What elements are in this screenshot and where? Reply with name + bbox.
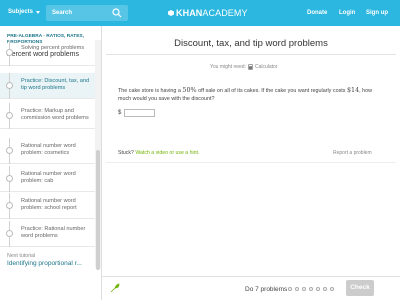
stuck-label: Stuck? [118,150,134,156]
problem-statement: The cake store is having a 50% off sale … [118,86,380,103]
subjects-label[interactable]: Subjects [8,9,33,15]
chevron-down-icon [36,11,41,14]
progress-circle-icon [6,112,13,119]
list-item[interactable]: Rational number word problem: cab [0,166,95,192]
progress-circle-icon [6,230,13,237]
khan-academy-logo[interactable]: KHANACADEMY [168,8,248,18]
list-item-label: Solving percent problems [21,45,85,51]
list-item[interactable]: Rational number word problem: school rep… [0,193,95,219]
needs-label: You might need: [210,64,246,70]
progress-circle-icon [6,147,13,154]
search-icon[interactable] [112,8,122,18]
list-item-label: Practice: Rational number word problems [21,226,86,239]
leaf-icon [168,10,174,16]
progress-circle-icon [6,202,13,209]
progress-dots [288,287,334,291]
logo-academy: ACADEMY [202,8,248,18]
list-item-label: Rational number word problem: school rep… [21,198,77,211]
search-box[interactable]: Search [46,5,128,21]
next-tutorial-link[interactable]: Identifying proportional r... [7,260,82,267]
calculator-icon[interactable] [248,64,253,70]
list-item[interactable]: Rational number word problem: cosmetics [0,138,95,164]
progress-circle-icon [6,175,13,182]
progress-dot [330,287,334,291]
stuck-prompt: Stuck? Watch a video or use a hint. [118,150,199,156]
top-navigation-bar: Subjects Search KHANACADEMY Donate Login… [0,0,400,26]
progress-dot [316,287,320,291]
login-link[interactable]: Login [339,10,355,16]
next-tutorial-label: Next tutorial [7,253,36,259]
progress-dot [295,287,299,291]
hint-link[interactable]: Watch a video or use a hint. [135,150,199,156]
list-item[interactable]: Solving percent problems [0,40,95,66]
problem-percent: 50% [182,86,197,94]
exercise-footer: Do 7 problems Check [102,276,400,300]
progress-dot [288,287,292,291]
tools-needed: You might need: Calculator [210,64,277,70]
tutorial-list: Solving percent problems Practice: Disco… [0,40,95,268]
progress-dot [309,287,313,291]
progress-circle-icon [6,49,13,56]
currency-symbol: $ [118,110,122,116]
progress-dot [302,287,306,291]
divider [106,54,396,55]
list-item-label: Rational number word problem: cab [21,171,76,184]
signup-link[interactable]: Sign up [366,10,388,16]
scratchpad-icon[interactable] [110,283,120,293]
logo-khan: KHAN [176,8,203,18]
list-item[interactable]: Practice: Rational number word problems [0,221,95,247]
search-input[interactable]: Search [52,10,72,16]
list-item-active[interactable]: Practice: Discount, tax, and tip word pr… [0,73,95,99]
check-button[interactable]: Check [346,280,374,296]
calculator-link[interactable]: Calculator [255,64,278,70]
progress-dot [323,287,327,291]
problem-text: off sale on all of its cakes. If the cak… [196,88,347,94]
list-item-label: Rational number word problem: cosmetics [21,143,76,156]
divider [106,162,396,163]
progress-circle-icon [6,82,13,89]
sidebar-scrollbar-thumb[interactable] [96,150,100,270]
problem-text: The cake store is having a [118,88,183,94]
list-item-label: Practice: Discount, tax, and tip word pr… [21,78,90,91]
list-item[interactable]: Practice: Markup and commission word pro… [0,103,95,129]
donate-link[interactable]: Donate [307,10,327,16]
problem-count-label: Do 7 problems [245,286,288,293]
page-title: Discount, tax, and tip word problems [174,38,328,49]
answer-input[interactable] [124,109,155,117]
report-problem-link[interactable]: Report a problem [333,150,372,156]
problem-price: $14 [346,86,360,94]
list-item-label: Practice: Markup and commission word pro… [21,108,89,121]
subjects-menu[interactable]: Subjects [8,9,41,15]
